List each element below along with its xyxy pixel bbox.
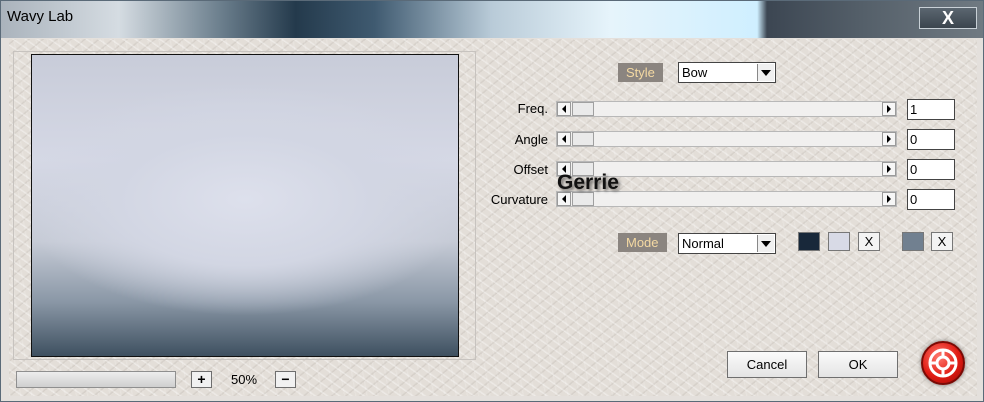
slider-thumb[interactable] xyxy=(572,132,594,146)
offset-input[interactable]: 0 xyxy=(907,159,955,180)
zoom-out-button[interactable]: − xyxy=(275,371,296,388)
cancel-button[interactable]: Cancel xyxy=(727,351,807,378)
mode-value: Normal xyxy=(682,236,724,251)
scroll-right-icon[interactable] xyxy=(882,132,896,146)
style-dropdown[interactable]: Bow xyxy=(678,62,776,83)
zoom-level: 50% xyxy=(231,372,258,387)
freq-slider[interactable] xyxy=(556,101,897,117)
param-label-angle: Angle xyxy=(514,132,548,147)
color-swatch-1[interactable] xyxy=(798,232,820,251)
clear-color-button-2[interactable]: X xyxy=(931,232,953,251)
window-title: Wavy Lab xyxy=(7,8,74,25)
mode-dropdown[interactable]: Normal xyxy=(678,233,776,254)
style-label[interactable]: Style xyxy=(618,63,663,82)
wavy-lab-window: Wavy Lab X + 50% − Style Bow Freq. 1 Ang… xyxy=(0,0,984,402)
preview-image xyxy=(31,54,459,357)
style-value: Bow xyxy=(682,65,708,80)
zoom-in-button[interactable]: + xyxy=(191,371,212,388)
param-label-curvature: Curvature xyxy=(490,192,548,207)
freq-input[interactable]: 1 xyxy=(907,99,955,120)
mode-label[interactable]: Mode xyxy=(618,233,667,252)
close-button[interactable]: X xyxy=(919,7,977,29)
scroll-right-icon[interactable] xyxy=(882,192,896,206)
progress-bar xyxy=(16,371,176,388)
angle-slider[interactable] xyxy=(556,131,897,147)
chevron-down-icon[interactable] xyxy=(757,64,774,81)
scroll-left-icon[interactable] xyxy=(557,102,571,116)
color-swatch-2[interactable] xyxy=(828,232,850,251)
clear-color-button[interactable]: X xyxy=(858,232,880,251)
angle-input[interactable]: 0 xyxy=(907,129,955,150)
chevron-down-icon[interactable] xyxy=(757,235,774,252)
scroll-right-icon[interactable] xyxy=(882,102,896,116)
dialog-body: + 50% − Style Bow Freq. 1 Angle 0 Offset… xyxy=(9,39,977,396)
scroll-left-icon[interactable] xyxy=(557,132,571,146)
scroll-right-icon[interactable] xyxy=(882,162,896,176)
param-label-offset: Offset xyxy=(513,162,548,177)
curvature-input[interactable]: 0 xyxy=(907,189,955,210)
slider-thumb[interactable] xyxy=(572,102,594,116)
help-icon[interactable] xyxy=(921,341,965,385)
title-bar[interactable]: Wavy Lab X xyxy=(1,1,983,38)
ok-button[interactable]: OK xyxy=(818,351,898,378)
color-swatch-3[interactable] xyxy=(902,232,924,251)
param-label-freq: Freq. xyxy=(517,101,548,116)
watermark-text: Gerrie xyxy=(557,171,619,194)
lifebuoy-icon xyxy=(928,348,958,378)
